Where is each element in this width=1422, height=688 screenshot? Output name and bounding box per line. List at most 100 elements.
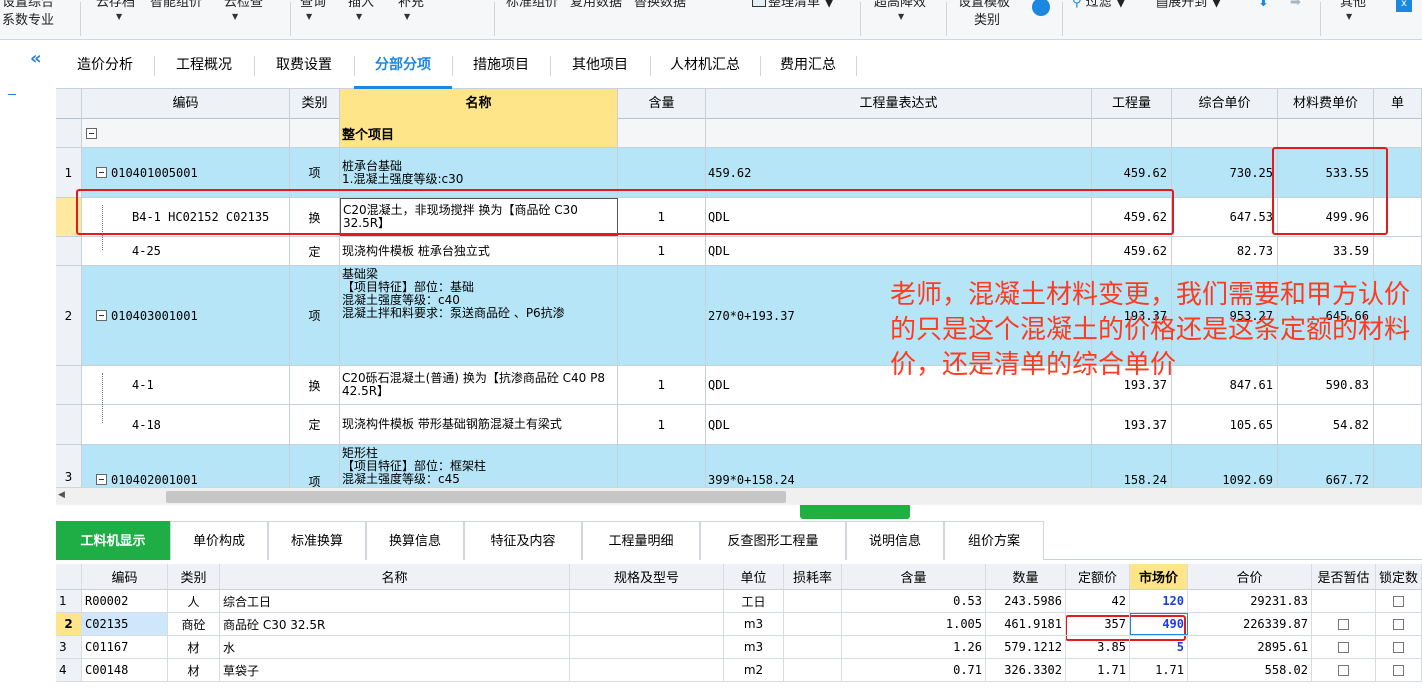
row-market-price[interactable]: 120: [1130, 590, 1188, 612]
chevron-down-icon[interactable]: ▼: [116, 12, 122, 21]
row-loss[interactable]: [784, 636, 842, 658]
header-ratio[interactable]: 含量: [618, 89, 706, 119]
chevron-down-icon[interactable]: ▼: [356, 12, 362, 21]
collapse-tree-icon[interactable]: [96, 474, 107, 485]
estimate-checkbox[interactable]: [1338, 641, 1349, 653]
ribbon-setting-bottom[interactable]: 系数专业: [2, 12, 54, 30]
header-code[interactable]: 编码: [82, 564, 168, 589]
table-row[interactable]: 4 C00148 材 草袋子 m2 0.71 326.3302 1.71 1.7…: [56, 659, 1422, 682]
lock-checkbox[interactable]: [1393, 641, 1404, 653]
header-extra[interactable]: 单: [1374, 89, 1422, 119]
panel-splitter[interactable]: [800, 505, 910, 519]
ribbon-cloud-save[interactable]: 云存档: [96, 0, 135, 12]
ribbon-category[interactable]: 类别: [974, 12, 1000, 30]
chevron-down-icon[interactable]: ▼: [1346, 12, 1352, 21]
tab-description[interactable]: 说明信息: [846, 521, 944, 560]
tab-features[interactable]: 特征及内容: [464, 521, 582, 560]
ribbon-sort-list[interactable]: 整理清单 ▼: [752, 0, 834, 12]
scrollbar-thumb[interactable]: [166, 491, 786, 503]
tab-project-overview[interactable]: 工程概况: [154, 42, 254, 89]
header-code[interactable]: 编码: [82, 89, 290, 119]
scroll-left-icon[interactable]: ◀: [58, 490, 65, 500]
table-row[interactable]: 3 C01167 材 水 m3 1.26 579.1212 3.85 5 289…: [56, 636, 1422, 659]
ribbon-insert[interactable]: 插入: [348, 0, 374, 12]
header-unit[interactable]: 单位: [724, 564, 784, 589]
chevron-down-icon[interactable]: ▼: [306, 12, 312, 21]
row-expression[interactable]: QDL: [706, 198, 1092, 236]
ribbon-other[interactable]: 其他: [1340, 0, 1366, 12]
header-count[interactable]: 数量: [986, 564, 1066, 589]
tab-labor-material[interactable]: 人材机汇总: [650, 42, 760, 89]
arrow-down-icon[interactable]: ⬇: [1258, 0, 1269, 12]
tab-cost-analysis[interactable]: 造价分析: [56, 42, 154, 89]
header-type[interactable]: 类别: [290, 89, 340, 119]
row-spec[interactable]: [570, 659, 724, 681]
header-loss[interactable]: 损耗率: [784, 564, 842, 589]
row-spec[interactable]: [570, 590, 724, 612]
header-quota-price[interactable]: 定额价: [1066, 564, 1130, 589]
row-loss[interactable]: [784, 590, 842, 612]
row-market-price[interactable]: 5: [1130, 636, 1188, 658]
row-expression[interactable]: 459.62: [706, 148, 1092, 197]
ribbon-set-template[interactable]: 设置模板: [958, 0, 1010, 12]
ribbon-query[interactable]: 查询: [300, 0, 326, 12]
tab-material-display[interactable]: 工料机显示: [56, 521, 170, 560]
collapse-tree-icon[interactable]: [96, 310, 107, 321]
row-expression[interactable]: QDL: [706, 237, 1092, 265]
ribbon-reuse-data[interactable]: 复用数据: [570, 0, 622, 12]
header-unit-price[interactable]: 综合单价: [1172, 89, 1278, 119]
ribbon-setting-top[interactable]: 设置综合: [2, 0, 54, 12]
header-material-price[interactable]: 材料费单价: [1278, 89, 1374, 119]
header-name[interactable]: 名称: [220, 564, 570, 589]
ribbon-replace-data[interactable]: 替换数据: [634, 0, 686, 12]
tab-fee-summary[interactable]: 费用汇总: [760, 42, 856, 89]
row-expression[interactable]: QDL: [706, 405, 1092, 444]
chevron-down-icon[interactable]: ▼: [404, 12, 410, 21]
header-market-price[interactable]: 市场价: [1130, 564, 1188, 589]
ribbon-smart-price[interactable]: 智能组价: [150, 0, 202, 12]
ribbon-filter[interactable]: ⚲ 过滤 ▼: [1072, 0, 1126, 12]
table-row[interactable]: 2 C02135 商砼 商品砼 C30 32.5R m3 1.005 461.9…: [56, 613, 1422, 636]
tab-standard-conversion[interactable]: 标准换算: [268, 521, 366, 560]
tab-price-scheme[interactable]: 组价方案: [944, 521, 1044, 560]
ribbon-standard-price[interactable]: 标准组价: [506, 0, 558, 12]
table-row[interactable]: 1 010401005001 项 桩承台基础 1.混凝土强度等级:c30 459…: [56, 148, 1422, 198]
tab-quantity-detail[interactable]: 工程量明细: [582, 521, 700, 560]
ribbon-supplement[interactable]: 补充: [398, 0, 424, 12]
chevron-down-icon[interactable]: ▼: [232, 12, 238, 21]
row-name[interactable]: C20混凝土，非现场搅拌 换为【商品砼 C30 32.5R】: [340, 198, 618, 236]
header-type[interactable]: 类别: [168, 564, 220, 589]
table-row[interactable]: 4-25 定 现浇构件模板 桩承台独立式 1 QDL 459.62 82.73 …: [56, 237, 1422, 266]
tab-reverse-lookup[interactable]: 反查图形工程量: [700, 521, 846, 560]
header-name[interactable]: 名称: [340, 89, 618, 119]
lock-checkbox[interactable]: [1393, 664, 1404, 676]
collapse-sidebar-icon[interactable]: «: [30, 48, 42, 69]
header-total[interactable]: 合价: [1188, 564, 1312, 589]
excel-icon[interactable]: x: [1396, 0, 1412, 12]
header-quantity[interactable]: 工程量: [1092, 89, 1172, 119]
badge-icon[interactable]: [1032, 0, 1050, 16]
row-market-price[interactable]: 1.71: [1130, 659, 1188, 681]
tab-conversion-info[interactable]: 换算信息: [366, 521, 464, 560]
tab-sub-items[interactable]: 分部分项: [354, 42, 452, 89]
collapse-tree-icon[interactable]: [86, 127, 97, 139]
ribbon-expand-to[interactable]: ▤展开到 ▼: [1156, 0, 1221, 12]
table-row[interactable]: 4-18 定 现浇构件模板 带形基础钢筋混凝土有梁式 1 QDL 193.37 …: [56, 405, 1422, 445]
row-spec[interactable]: [570, 636, 724, 658]
lock-checkbox[interactable]: [1393, 595, 1404, 607]
arrow-right-icon[interactable]: ➡: [1290, 0, 1301, 12]
tab-price-structure[interactable]: 单价构成: [170, 521, 268, 560]
estimate-checkbox[interactable]: [1338, 664, 1349, 676]
tab-fee-settings[interactable]: 取费设置: [254, 42, 354, 89]
row-loss[interactable]: [784, 613, 842, 635]
table-row[interactable]: B4-1 HC02152 C02135 换 C20混凝土，非现场搅拌 换为【商品…: [56, 198, 1422, 237]
chevron-down-icon[interactable]: ▼: [898, 12, 904, 21]
header-is-estimate[interactable]: 是否暂估: [1312, 564, 1376, 589]
tab-other-items[interactable]: 其他项目: [550, 42, 650, 89]
row-loss[interactable]: [784, 659, 842, 681]
tab-measures[interactable]: 措施项目: [452, 42, 550, 89]
collapse-tree-icon[interactable]: [96, 167, 107, 178]
row-expression[interactable]: 399*0+158.24: [706, 445, 1092, 487]
horizontal-scrollbar[interactable]: ◀: [56, 487, 1422, 505]
header-lock[interactable]: 锁定数: [1376, 564, 1422, 589]
